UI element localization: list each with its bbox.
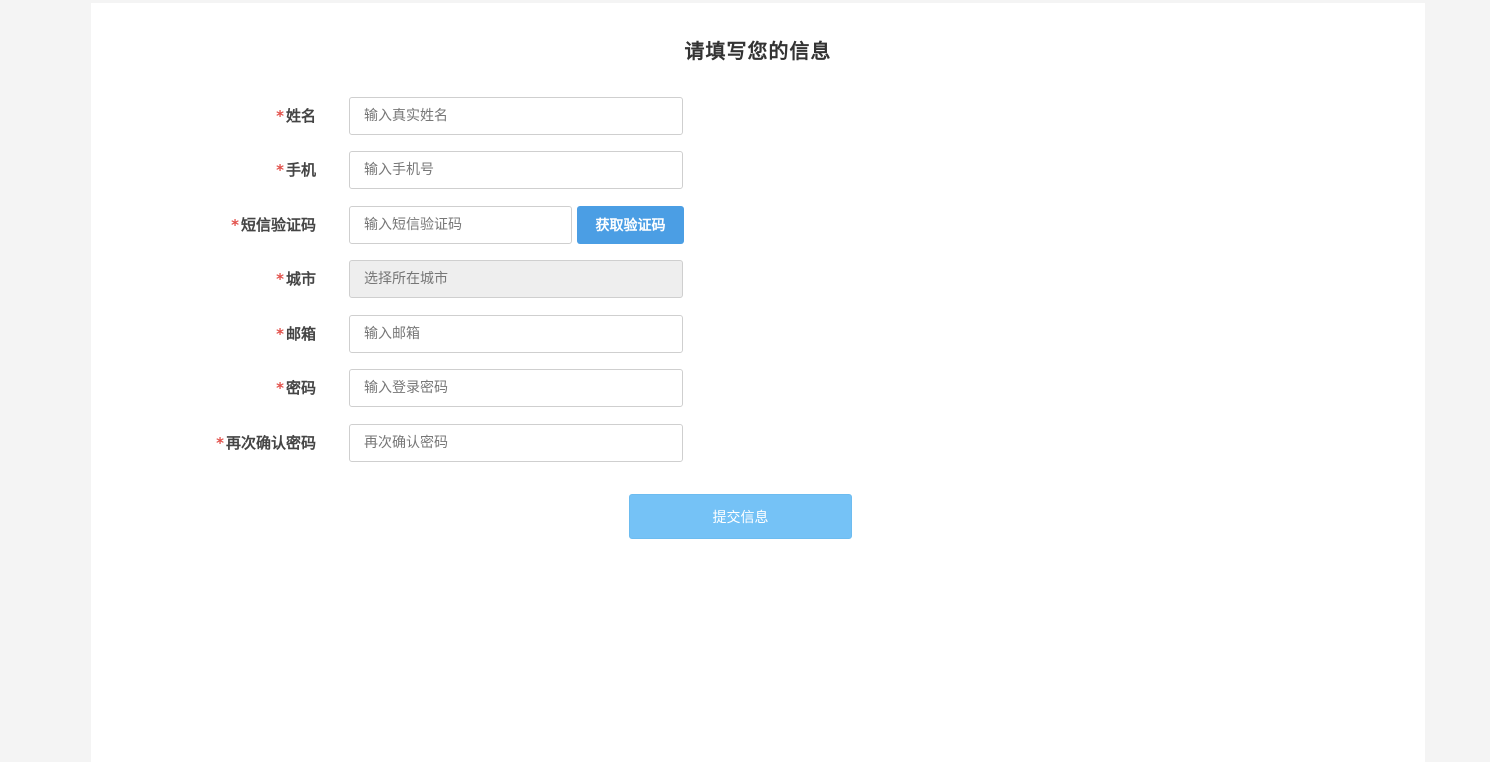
- required-mark: *: [276, 325, 284, 343]
- password-input[interactable]: [349, 369, 683, 407]
- required-mark: *: [276, 161, 284, 179]
- password-label-text: 密码: [285, 379, 316, 397]
- email-label-text: 邮箱: [285, 325, 316, 343]
- form-title: 请填写您的信息: [684, 39, 832, 63]
- email-input[interactable]: [349, 315, 683, 353]
- submit-button[interactable]: 提交信息: [629, 494, 852, 539]
- confirm-password-label: * 再次确认密码: [116, 424, 316, 462]
- form-panel: 请填写您的信息 *姓名 *手机 *短信验证码 获取验证码 *城市 *邮箱 *密码…: [91, 3, 1425, 762]
- required-mark: *: [216, 434, 224, 452]
- form-row-email: * 邮箱: [91, 315, 791, 353]
- form-row-city: * 城市: [91, 260, 791, 298]
- form-row-password: * 密码: [91, 369, 791, 407]
- name-label-text: 姓名: [285, 107, 316, 125]
- sms-code-input[interactable]: [349, 206, 572, 244]
- phone-label: * 手机: [116, 151, 316, 189]
- confirm-password-label-text: 再次确认密码: [225, 434, 316, 452]
- form-row-confirm-password: * 再次确认密码: [91, 424, 791, 462]
- required-mark: *: [276, 379, 284, 397]
- form-row-phone: * 手机: [91, 151, 791, 189]
- name-label: * 姓名: [116, 97, 316, 135]
- phone-label-text: 手机: [285, 161, 316, 179]
- name-input[interactable]: [349, 97, 683, 135]
- get-code-button[interactable]: 获取验证码: [577, 206, 684, 244]
- required-mark: *: [231, 216, 239, 234]
- form-row-sms-code: *短信验证码 获取验证码: [91, 206, 791, 244]
- required-mark: *: [276, 270, 284, 288]
- sms-code-label-text: 短信验证码: [240, 216, 316, 234]
- phone-input[interactable]: [349, 151, 683, 189]
- required-mark: *: [276, 107, 284, 125]
- email-label: * 邮箱: [116, 315, 316, 353]
- password-label: * 密码: [116, 369, 316, 407]
- confirm-password-input[interactable]: [349, 424, 683, 462]
- city-label: * 城市: [116, 260, 316, 298]
- city-select[interactable]: [349, 260, 683, 298]
- form-row-name: * 姓名: [91, 97, 791, 135]
- sms-code-label: * 短信验证码: [116, 206, 316, 244]
- city-label-text: 城市: [285, 270, 316, 288]
